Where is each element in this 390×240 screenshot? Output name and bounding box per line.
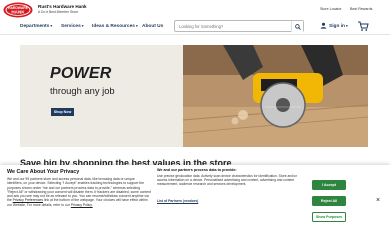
nav-ideas-label: Ideas & Resources — [92, 24, 135, 29]
purposes-title: We and our partners process data to prov… — [157, 168, 237, 172]
store-subtitle: A Do it Best Member Store — [38, 10, 79, 14]
privacy-policy-link[interactable]: Privacy Policy. — [71, 203, 93, 207]
nav-services[interactable]: Services▾ — [61, 24, 84, 29]
header-divider — [0, 34, 390, 35]
svg-text:HANK: HANK — [11, 9, 25, 14]
cookie-consent-banner: We Care About Your Privacy We and our 99… — [0, 165, 390, 240]
nav-services-label: Services — [61, 24, 81, 29]
cookie-body: We and our 99 partners store and access … — [7, 177, 151, 207]
search-button[interactable] — [291, 21, 303, 32]
hero-subtitle: through any job — [50, 85, 115, 96]
store-name: Rust's Hardware Hank — [38, 4, 87, 9]
sign-in-button[interactable]: Sign in▾ — [320, 22, 348, 29]
search-input[interactable] — [179, 24, 289, 29]
best-rewards-link[interactable]: Best Rewards — [350, 7, 372, 11]
hardware-hank-logo[interactable]: HARDWARE HANK — [3, 2, 33, 18]
header-top: HARDWARE HANK Rust's Hardware Hank A Do … — [0, 0, 390, 20]
sign-in-label: Sign in — [329, 23, 345, 29]
search-icon — [295, 23, 301, 30]
user-icon — [320, 22, 327, 29]
reject-all-button[interactable]: Reject All — [312, 196, 346, 206]
nav-about-us[interactable]: About Us — [142, 24, 163, 29]
nav-ideas-resources[interactable]: Ideas & Resources▾ — [92, 24, 138, 29]
cookie-title: We Care About Your Privacy — [7, 169, 80, 175]
show-purposes-button[interactable]: Show Purposes — [312, 212, 346, 222]
close-icon[interactable]: × — [376, 197, 380, 204]
chevron-down-icon: ▾ — [81, 24, 84, 28]
store-locator-link[interactable]: Store Locator — [320, 7, 342, 11]
nav-departments[interactable]: Departments▾ — [20, 24, 52, 29]
nav-departments-label: Departments — [20, 24, 50, 29]
shop-now-button[interactable]: Shop Now — [51, 108, 74, 116]
chevron-down-icon: ▾ — [50, 24, 53, 28]
partners-list-link[interactable]: List of Partners (vendors) — [157, 199, 198, 203]
hero-banner[interactable]: POWER through any job Shop Now — [20, 45, 368, 147]
purposes-text: Use precise geolocation data. Actively s… — [157, 174, 297, 187]
circular-saw-photo — [183, 45, 368, 147]
hero-title: POWER — [50, 65, 112, 82]
store-info[interactable]: Rust's Hardware Hank A Do it Best Member… — [38, 4, 87, 14]
cart-icon[interactable] — [357, 20, 369, 32]
search-box[interactable] — [174, 20, 304, 32]
accept-button[interactable]: I Accept — [312, 180, 346, 190]
chevron-down-icon: ▾ — [135, 24, 138, 28]
chevron-down-icon: ▾ — [346, 23, 348, 28]
